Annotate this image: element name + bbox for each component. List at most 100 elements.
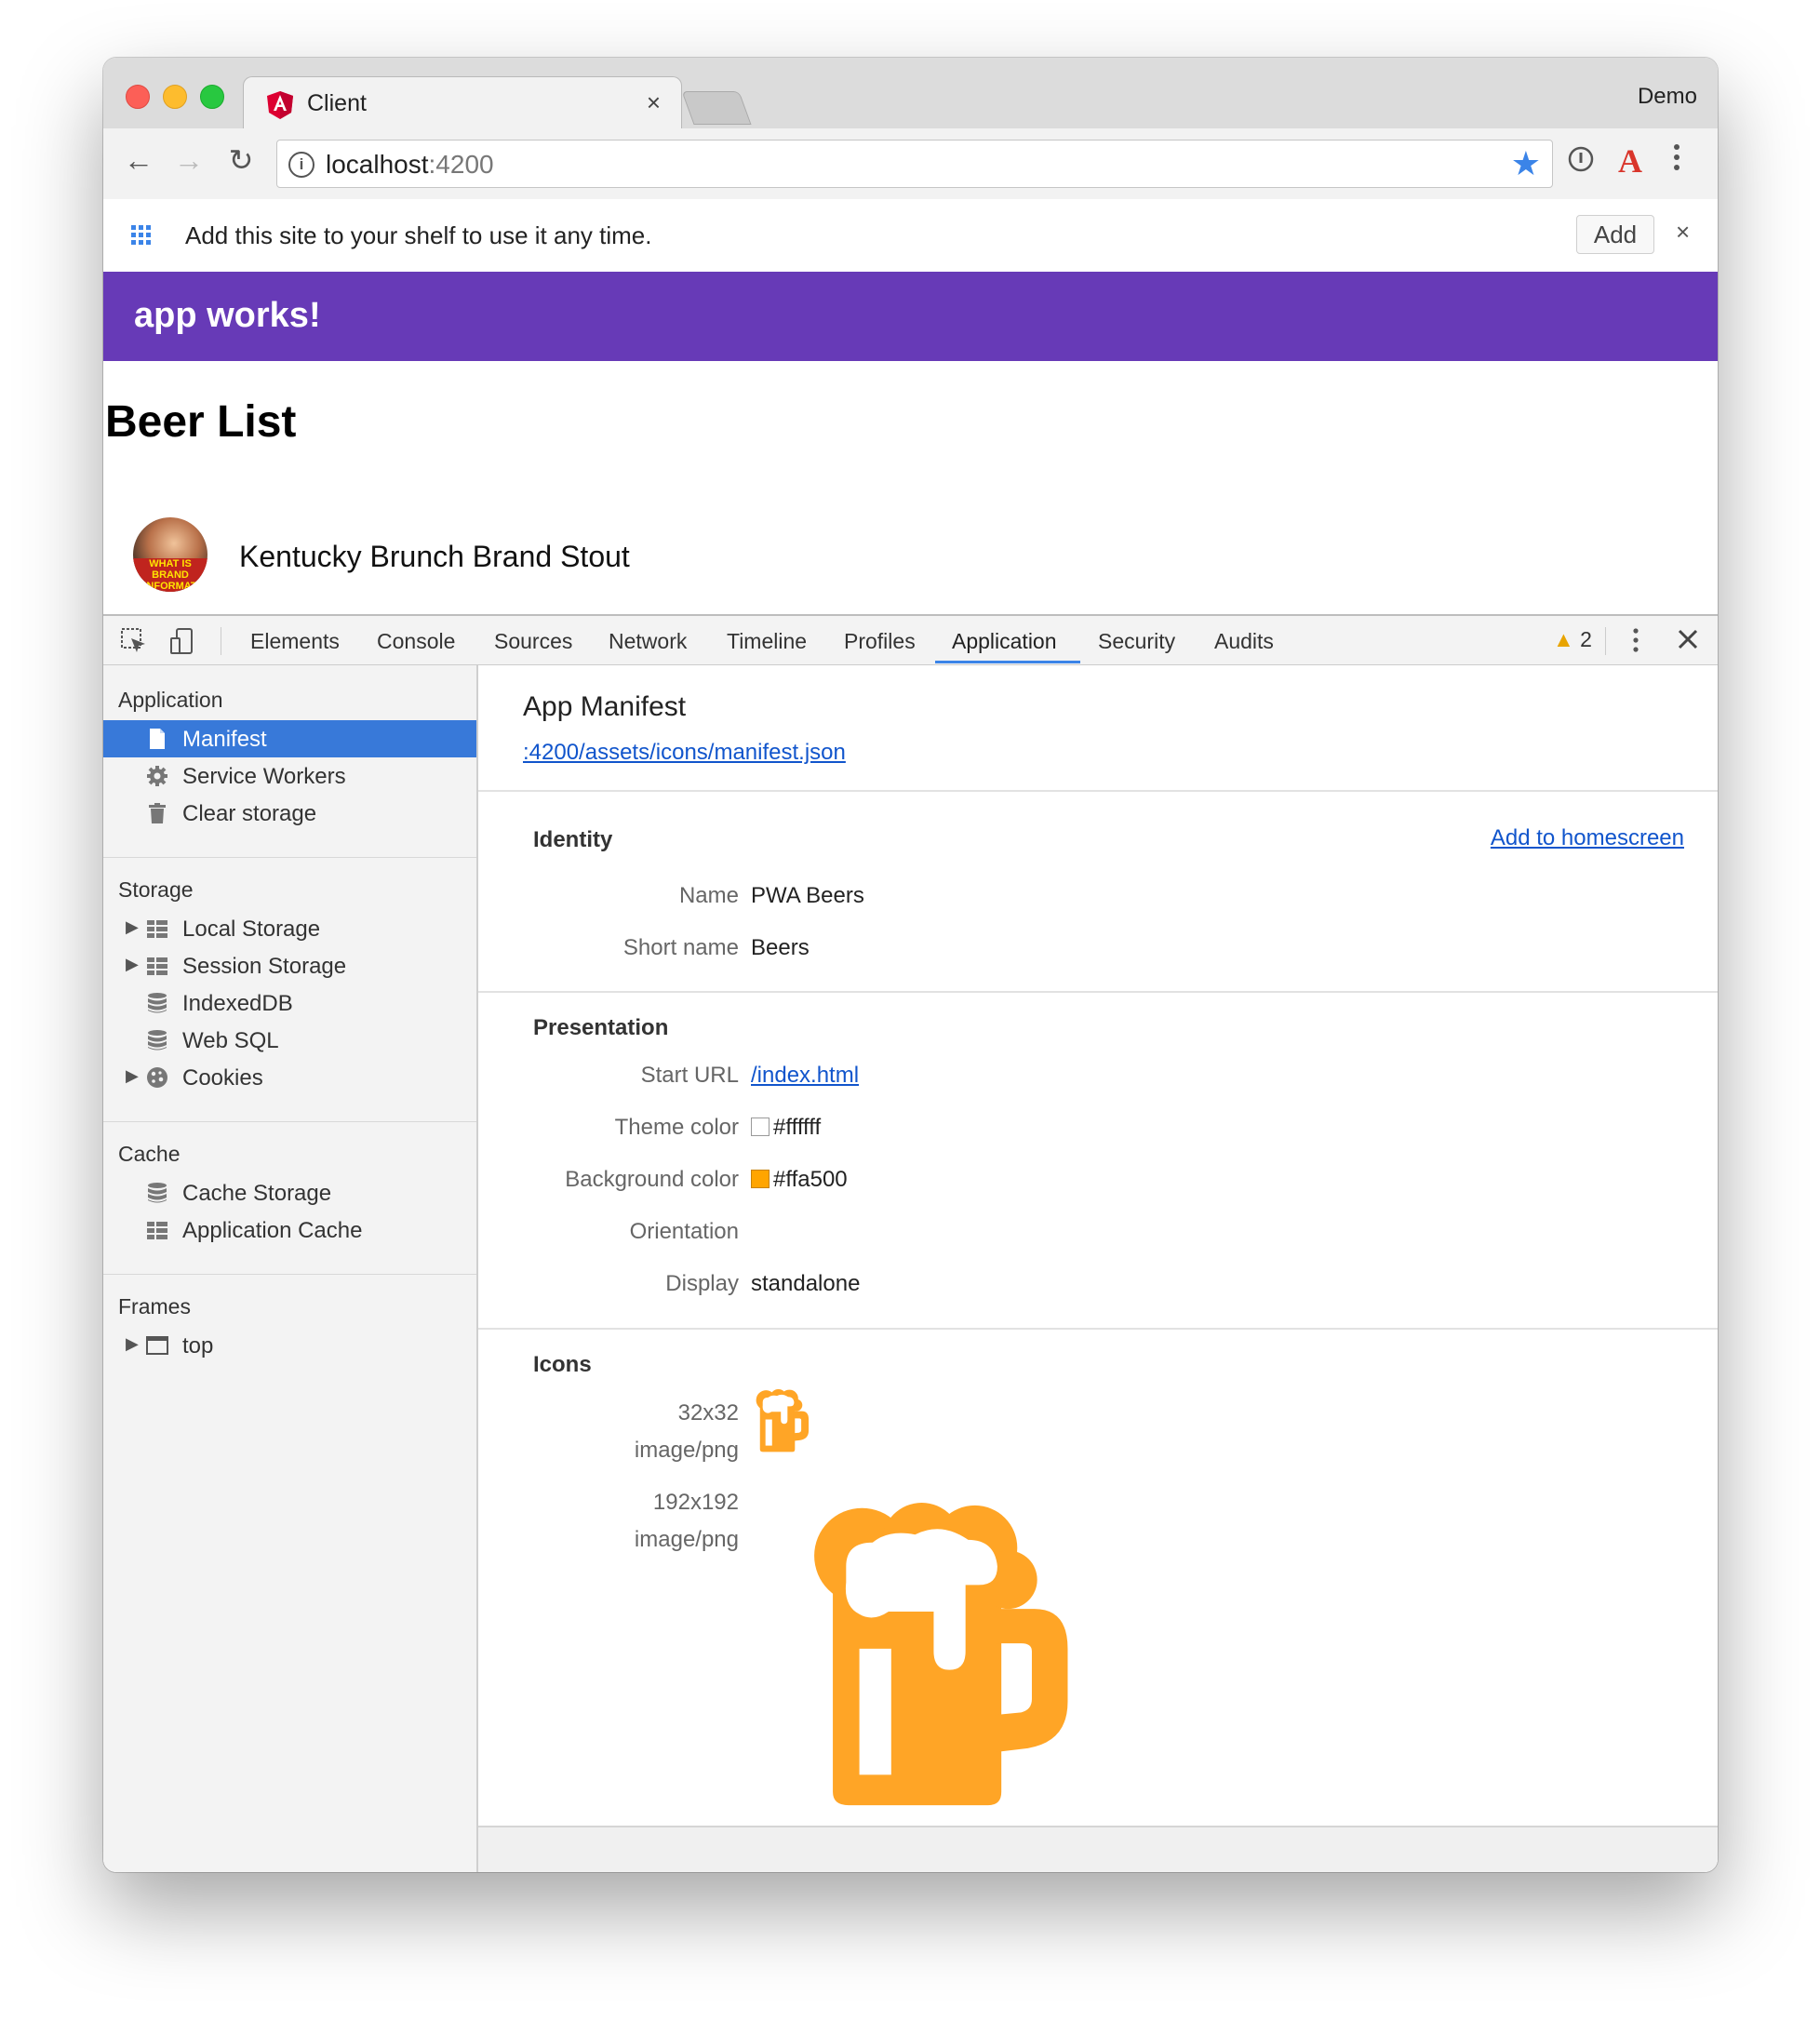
beer-mug-icon	[756, 1389, 810, 1452]
reload-icon[interactable]: ↻	[222, 141, 260, 179]
expand-arrow-icon[interactable]: ▶	[126, 1334, 139, 1354]
beer-list-item[interactable]: Kentucky Brunch Brand Stout	[239, 540, 630, 574]
shelf-infobar: Add this site to your shelf to use it an…	[103, 199, 1718, 274]
expand-arrow-icon[interactable]: ▶	[126, 1066, 139, 1086]
trash-icon	[149, 803, 166, 823]
star-icon[interactable]: ★	[1511, 144, 1541, 183]
table-icon	[147, 957, 167, 975]
add-to-homescreen-link[interactable]: Add to homescreen	[1491, 825, 1684, 851]
expand-arrow-icon[interactable]: ▶	[126, 955, 139, 974]
back-icon[interactable]: ←	[120, 141, 157, 179]
display-label: Display	[665, 1271, 739, 1296]
profile-name[interactable]: Demo	[1638, 84, 1697, 110]
section-divider	[478, 991, 1718, 993]
toolbar-divider	[1605, 627, 1606, 655]
tab-elements[interactable]: Elements	[250, 629, 340, 654]
close-icon[interactable]	[1676, 627, 1700, 658]
pane-footer	[478, 1826, 1718, 1872]
shelf-add-button[interactable]: Add	[1576, 215, 1654, 254]
background-color-value: #ffa500	[751, 1167, 848, 1193]
beer-mug-icon	[814, 1503, 1068, 1806]
angular-icon	[267, 91, 293, 119]
close-window-button[interactable]	[126, 85, 150, 109]
sidebar-item-application-cache[interactable]: Application Cache	[103, 1211, 476, 1249]
sidebar-item-web-sql[interactable]: Web SQL	[103, 1022, 476, 1059]
table-icon	[147, 920, 167, 938]
sidebar-item-top-frame[interactable]: ▶ top	[103, 1327, 476, 1364]
sidebar-item-session-storage[interactable]: ▶ Session Storage	[103, 947, 476, 984]
icon-size-label: 192x192	[652, 1490, 739, 1515]
minimize-window-button[interactable]	[163, 85, 187, 109]
manifest-title: App Manifest	[523, 691, 687, 722]
acrobat-icon[interactable]: A	[1618, 141, 1642, 181]
device-icon[interactable]	[168, 627, 196, 662]
sidebar-divider	[103, 1121, 476, 1122]
devtools-menu-icon[interactable]	[1631, 625, 1640, 662]
section-storage: Storage	[118, 877, 194, 902]
manifest-pane: App Manifest :4200/assets/icons/manifest…	[478, 665, 1718, 1872]
sidebar-item-indexeddb[interactable]: IndexedDB	[103, 984, 476, 1022]
name-label: Name	[678, 883, 739, 908]
grid-icon	[131, 225, 152, 246]
sidebar-item-cookies[interactable]: ▶ Cookies	[103, 1059, 476, 1096]
database-icon	[148, 1030, 167, 1051]
icons-header: Icons	[533, 1352, 592, 1377]
menu-icon[interactable]	[1672, 141, 1681, 181]
warning-icon: ▲	[1553, 627, 1574, 651]
tab-close-icon[interactable]: ×	[647, 88, 661, 117]
sidebar-item-cache-storage[interactable]: Cache Storage	[103, 1174, 476, 1211]
browser-window: Client × Demo ← → ↻ i localhost:4200 ★ A…	[103, 58, 1718, 1872]
sidebar-item-label: Web SQL	[182, 1028, 279, 1053]
sidebar-item-label: Service Workers	[182, 764, 346, 789]
orientation-label: Orientation	[629, 1219, 739, 1244]
theme-color-label: Theme color	[614, 1115, 739, 1140]
forward-icon[interactable]: →	[170, 141, 207, 179]
zoom-window-button[interactable]	[200, 85, 224, 109]
info-icon[interactable]: i	[288, 152, 314, 178]
active-tab-indicator	[935, 661, 1080, 663]
new-tab-button[interactable]	[681, 91, 752, 125]
display-value: standalone	[751, 1271, 861, 1296]
name-value: PWA Beers	[751, 883, 864, 908]
start-url-value[interactable]: /index.html	[751, 1063, 859, 1089]
avatar: WHAT IS BRAND INFORMAT	[133, 517, 207, 592]
app-title: app works!	[134, 296, 321, 335]
tab-audits[interactable]: Audits	[1214, 629, 1274, 654]
shelf-close-icon[interactable]: ×	[1676, 218, 1690, 247]
avatar-caption: WHAT IS BRAND INFORMAT	[133, 558, 207, 592]
address-bar[interactable]: i localhost:4200 ★	[276, 140, 1553, 188]
sidebar-item-manifest[interactable]: Manifest	[103, 720, 476, 757]
browser-tab[interactable]: Client ×	[243, 76, 682, 131]
browser-toolbar: ← → ↻ i localhost:4200 ★ A	[103, 128, 1718, 200]
page-heading: Beer List	[105, 397, 297, 447]
sidebar-item-local-storage[interactable]: ▶ Local Storage	[103, 910, 476, 947]
password-icon[interactable]	[1567, 145, 1595, 181]
url-text: localhost:4200	[326, 150, 494, 179]
sidebar-item-clear-storage[interactable]: Clear storage	[103, 795, 476, 832]
sidebar-item-label: Local Storage	[182, 917, 321, 942]
devtools-tab-bar: Elements Console Sources Network Timelin…	[103, 616, 1718, 665]
manifest-link[interactable]: :4200/assets/icons/manifest.json	[523, 740, 846, 766]
tab-timeline[interactable]: Timeline	[727, 629, 807, 654]
short-name-value: Beers	[751, 935, 810, 960]
sidebar-item-label: Application Cache	[182, 1218, 363, 1243]
section-divider	[478, 1328, 1718, 1330]
identity-header: Identity	[533, 827, 613, 852]
shelf-message: Add this site to your shelf to use it an…	[185, 221, 652, 249]
sidebar-item-service-workers[interactable]: Service Workers	[103, 757, 476, 795]
tab-sources[interactable]: Sources	[494, 629, 572, 654]
start-url-label: Start URL	[640, 1063, 739, 1088]
database-icon	[148, 993, 167, 1013]
section-cache: Cache	[118, 1142, 181, 1166]
tab-application[interactable]: Application	[952, 629, 1057, 654]
sidebar-item-label: top	[182, 1333, 214, 1358]
section-application: Application	[118, 688, 223, 712]
warning-badge[interactable]: ▲ 2	[1553, 627, 1592, 652]
inspect-icon[interactable]	[120, 627, 148, 662]
tab-profiles[interactable]: Profiles	[844, 629, 916, 654]
tab-console[interactable]: Console	[377, 629, 455, 654]
expand-arrow-icon[interactable]: ▶	[126, 917, 139, 937]
tab-security[interactable]: Security	[1098, 629, 1175, 654]
section-frames: Frames	[118, 1294, 191, 1318]
tab-network[interactable]: Network	[609, 629, 687, 654]
